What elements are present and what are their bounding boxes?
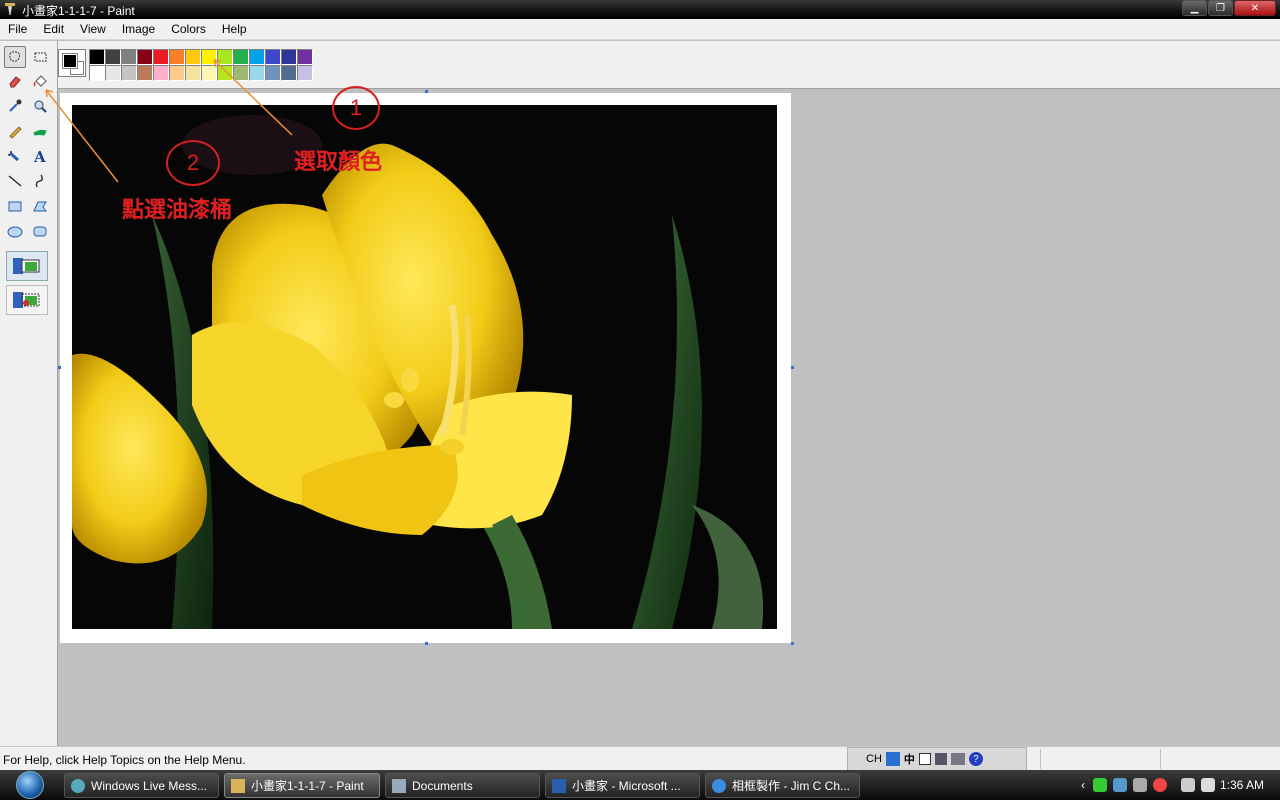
folder-icon — [392, 778, 406, 793]
language-bar: CH 中 ? — [847, 747, 1027, 771]
status-bar: For Help, click Help Topics on the Help … — [0, 746, 1280, 771]
windows-logo-icon — [16, 771, 44, 799]
task-documents[interactable]: Documents — [385, 773, 540, 798]
chrome-tray-icon[interactable] — [1153, 778, 1167, 792]
task-label: 小畫家 - Microsoft ... — [572, 779, 681, 793]
pad-icon[interactable] — [950, 753, 965, 765]
task-label: 相框製作 - Jim C Ch... — [732, 779, 851, 793]
ime-icon[interactable] — [885, 752, 900, 766]
step-1-circle: 1 — [332, 86, 380, 130]
task-label: 小畫家1-1-1-7 - Paint — [251, 779, 364, 793]
ie-icon — [712, 778, 726, 793]
task-label: Windows Live Mess... — [91, 778, 208, 793]
half-width-icon[interactable] — [918, 753, 931, 765]
word-icon — [552, 778, 566, 793]
task-paint[interactable]: 小畫家1-1-1-7 - Paint — [224, 773, 380, 798]
taskbar: Windows Live Mess... 小畫家1-1-1-7 - Paint … — [0, 770, 1280, 800]
ime-mode[interactable]: 中 — [904, 751, 915, 767]
help-icon[interactable]: ? — [968, 752, 983, 766]
status-help-text: For Help, click Help Topics on the Help … — [3, 753, 246, 767]
task-label: Documents — [412, 778, 473, 793]
power-tray-icon[interactable] — [1181, 778, 1195, 792]
paint-icon — [231, 778, 245, 793]
messenger-tray-icon[interactable] — [1093, 778, 1107, 792]
step-1-label: 選取顏色 — [294, 150, 383, 175]
messenger-icon — [71, 778, 85, 793]
task-windows-live-messenger[interactable]: Windows Live Mess... — [64, 773, 219, 798]
status-size — [1160, 749, 1280, 769]
task-word[interactable]: 小畫家 - Microsoft ... — [545, 773, 700, 798]
annotation-arrows — [45, 59, 293, 183]
volume-tray-icon[interactable] — [1201, 778, 1215, 792]
display-tray-icon[interactable] — [1133, 778, 1147, 792]
tray-expand-icon[interactable]: ‹ — [1081, 778, 1085, 792]
clock[interactable]: 1:36 AM — [1220, 778, 1264, 792]
task-internet-explorer[interactable]: 相框製作 - Jim C Ch... — [705, 773, 860, 798]
step-2-label: 點選油漆桶 — [122, 198, 233, 223]
network-tray-icon[interactable] — [1113, 778, 1127, 792]
language-indicator[interactable]: CH — [866, 753, 882, 765]
step-2-circle: 2 — [166, 140, 220, 186]
status-coordinates — [1040, 749, 1160, 769]
start-button[interactable] — [6, 770, 54, 800]
options-icon[interactable] — [934, 753, 947, 765]
